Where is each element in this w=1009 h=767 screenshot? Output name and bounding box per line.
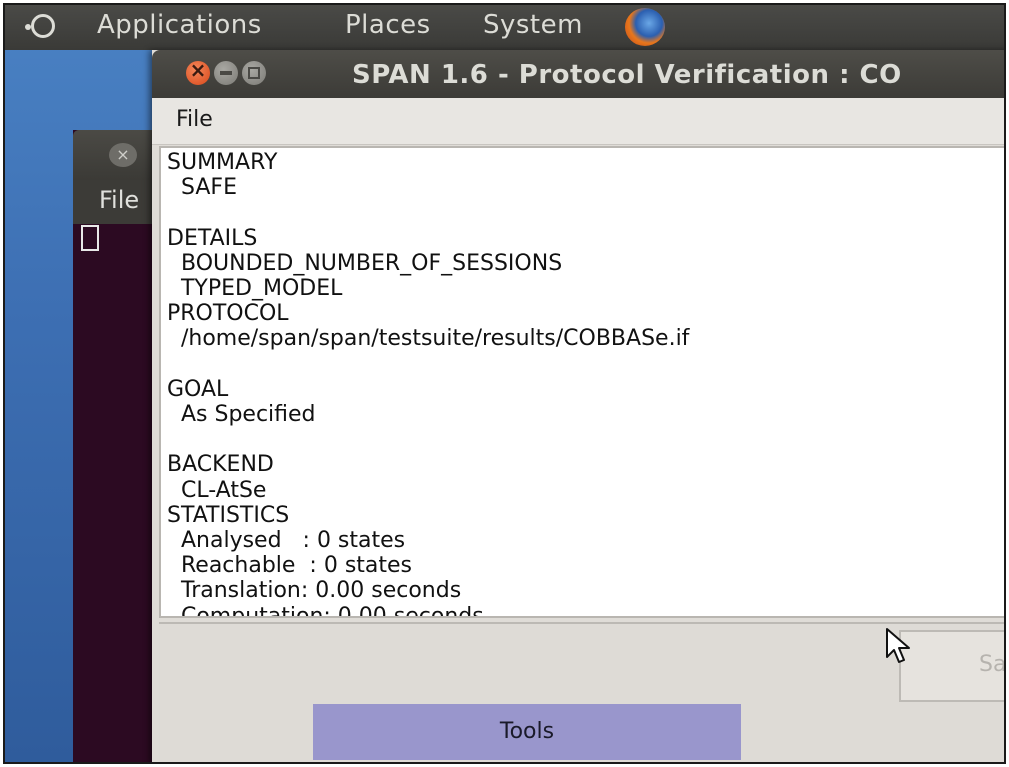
result-line: SUMMARY <box>167 150 278 175</box>
result-line: BACKEND <box>167 452 274 478</box>
result-line: GOAL <box>167 376 229 402</box>
ubuntu-logo-icon[interactable] <box>25 14 55 38</box>
places-menu[interactable]: Places <box>345 10 431 40</box>
span-window: SPAN 1.6 - Protocol Verification : CO Fi… <box>152 50 1006 762</box>
terminal-file-menu[interactable]: File <box>99 186 139 214</box>
maximize-window-button[interactable] <box>242 61 266 85</box>
result-line: TYPED_MODEL <box>167 276 343 302</box>
file-menu[interactable]: File <box>176 107 213 132</box>
result-line: CL-AtSe <box>167 477 267 503</box>
terminal-close-button[interactable]: × <box>109 143 137 167</box>
system-menu[interactable]: System <box>483 10 583 40</box>
result-line: BOUNDED_NUMBER_OF_SESSIONS <box>167 250 563 276</box>
bottom-panel: Sa Tools <box>159 622 1006 762</box>
span-menubar: File <box>152 98 1004 145</box>
terminal-cursor <box>81 225 99 251</box>
save-button-label: Sa <box>979 652 1006 677</box>
result-line: DETAILS <box>167 225 258 251</box>
window-title: SPAN 1.6 - Protocol Verification : CO <box>352 60 902 90</box>
span-titlebar[interactable]: SPAN 1.6 - Protocol Verification : CO <box>152 50 1004 98</box>
mouse-pointer-icon <box>886 628 910 663</box>
screenshot-frame: Applications Places System × File SPAN 1… <box>3 3 1006 764</box>
results-text: SUMMARY SAFE DETAILS BOUNDED_NUMBER_OF_S… <box>161 148 1004 618</box>
result-line: Analysed : 0 states <box>167 528 406 554</box>
result-line: STATISTICS <box>167 502 290 528</box>
applications-menu[interactable]: Applications <box>97 10 262 40</box>
result-line: Translation: 0.00 seconds <box>167 578 462 604</box>
result-line: Computation: 0.00 seconds <box>167 603 484 618</box>
result-line: /home/span/span/testsuite/results/COBBAS… <box>167 326 690 352</box>
result-line: PROTOCOL <box>167 301 289 327</box>
close-window-button[interactable] <box>186 58 210 85</box>
result-line: As Specified <box>167 402 316 428</box>
firefox-icon[interactable] <box>625 8 665 46</box>
tools-button[interactable]: Tools <box>313 704 741 760</box>
top-panel: Applications Places System <box>5 5 1004 50</box>
results-text-area[interactable]: SUMMARY SAFE DETAILS BOUNDED_NUMBER_OF_S… <box>159 146 1004 618</box>
result-line: Reachable : 0 states <box>167 553 413 579</box>
result-line: SAFE <box>167 175 237 201</box>
minimize-window-button[interactable] <box>214 61 238 85</box>
